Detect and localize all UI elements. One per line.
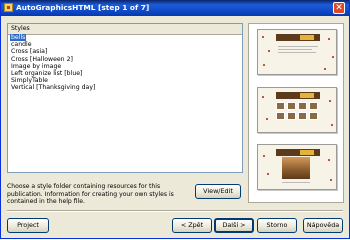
thumbnail-image	[309, 112, 318, 120]
thumbnail-bell-dot	[328, 38, 330, 40]
thumbnail-logo	[300, 150, 314, 155]
thumbnail-bell-dot	[262, 96, 264, 98]
thumbnail-photo	[282, 157, 310, 179]
thumbnail-bell-dot	[263, 155, 265, 157]
thumbnail-text-line	[278, 46, 318, 47]
close-button[interactable]: ✕	[333, 2, 345, 14]
thumbnail-bell-dot	[328, 159, 330, 161]
thumbnail-image	[298, 102, 307, 110]
styles-list: bells candle Cross [asia] Cross [Hallowe…	[10, 34, 96, 92]
help-button[interactable]: Nápověda	[303, 218, 343, 233]
thumbnail-bell-dot	[266, 118, 268, 120]
view-edit-button[interactable]: View/Edit	[195, 184, 241, 199]
styles-header-label: Styles	[11, 25, 30, 32]
style-item-candle[interactable]: candle	[10, 41, 33, 48]
thumbnail-bell-dot	[263, 64, 265, 66]
thumbnail-bell-dot	[262, 36, 264, 38]
styles-listbox[interactable]: Styles bells candle Cross [asia] Cross […	[7, 23, 243, 173]
style-preview-pane	[248, 23, 344, 203]
app-icon	[4, 3, 13, 12]
thumbnail-bell-dot	[331, 124, 333, 126]
thumbnail-logo	[300, 35, 314, 40]
thumbnail-image	[276, 102, 285, 110]
preview-thumbnail-1	[257, 29, 337, 75]
thumbnail-bell-dot	[330, 179, 332, 181]
thumbnail-bell-dot	[324, 68, 326, 70]
project-button[interactable]: Project	[7, 218, 49, 233]
preview-thumbnail-3	[257, 144, 337, 190]
button-divider	[7, 210, 343, 212]
style-item-cross-halloween[interactable]: Cross [Halloween 2]	[10, 56, 74, 63]
window-title: AutoGraphicsHTML [step 1 of 7]	[16, 3, 150, 12]
thumbnail-image	[298, 112, 307, 120]
thumbnail-text-line	[278, 49, 312, 50]
thumbnail-image	[287, 102, 296, 110]
thumbnail-bell-dot	[268, 50, 270, 52]
thumbnail-bell-dot	[332, 56, 334, 58]
style-item-simplytable[interactable]: SimplyTable	[10, 77, 49, 84]
style-description: Choose a style folder containing resourc…	[7, 183, 174, 205]
style-item-vertical-thanksgiving[interactable]: Vertical [Thanksgiving day]	[10, 84, 96, 91]
thumbnail-bell-dot	[329, 100, 331, 102]
thumbnail-bell-dot	[267, 173, 269, 175]
thumbnail-image	[287, 112, 296, 120]
title-bar[interactable]: AutoGraphicsHTML [step 1 of 7] ✕	[1, 0, 349, 16]
style-item-left-organize-list[interactable]: Left organize list [blue]	[10, 70, 83, 77]
thumbnail-image	[276, 112, 285, 120]
style-item-bells[interactable]: bells	[10, 34, 27, 42]
cancel-button[interactable]: Storno	[257, 218, 297, 233]
style-item-cross-asia[interactable]: Cross [asia]	[10, 48, 48, 55]
preview-thumbnail-2	[257, 87, 337, 133]
style-item-image-by-image[interactable]: Image by image	[10, 63, 62, 70]
thumbnail-text-line	[282, 182, 310, 183]
thumbnail-image	[309, 102, 318, 110]
thumbnail-text-line	[278, 52, 316, 53]
back-button[interactable]: < Zpět	[172, 218, 212, 233]
next-button[interactable]: Další >	[214, 218, 254, 233]
thumbnail-logo	[300, 93, 314, 98]
wizard-window: AutoGraphicsHTML [step 1 of 7] ✕ Styles …	[0, 0, 350, 239]
